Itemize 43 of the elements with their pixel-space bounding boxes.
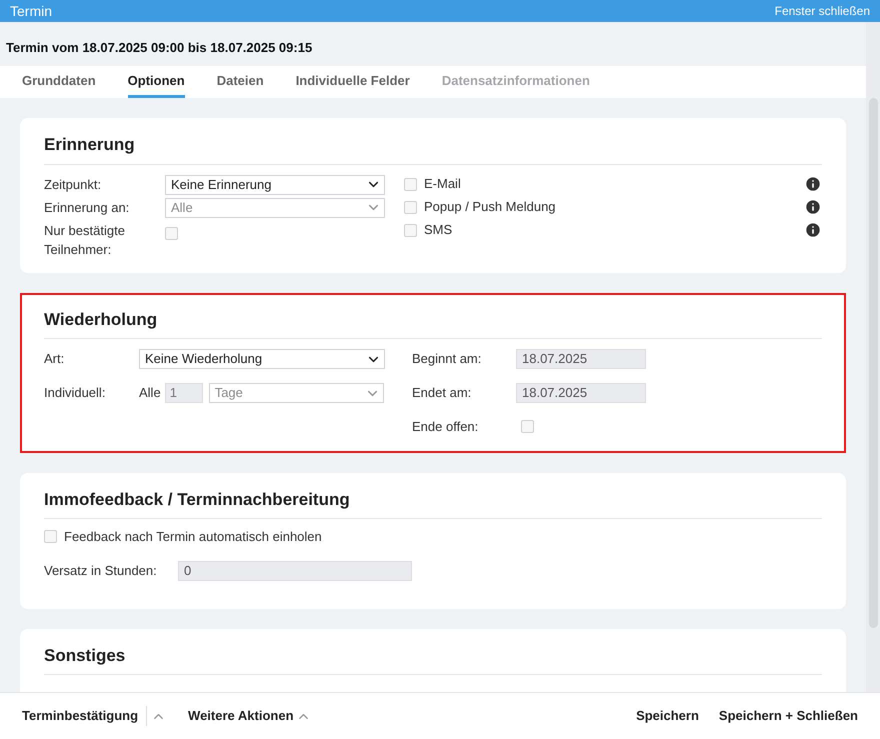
checkbox[interactable] — [521, 420, 534, 434]
tab[interactable]: Optionen — [128, 66, 185, 98]
field-label: Nur bestätigte Teilnehmer: — [44, 222, 126, 258]
field-label: Art: — [44, 350, 66, 368]
field-label: Beginnt am: — [412, 350, 482, 368]
save-button[interactable]: Speichern — [636, 706, 699, 726]
checkbox[interactable] — [44, 530, 57, 544]
checkbox-label: SMS — [424, 221, 454, 240]
checkbox[interactable] — [404, 224, 417, 236]
field-label: Ende offen: — [412, 418, 480, 436]
dropdown[interactable]: Keine Wiederholung — [139, 349, 385, 369]
window-title: Termin — [10, 2, 52, 20]
checkbox[interactable] — [165, 226, 178, 240]
field-label: Versatz in Stunden: — [44, 562, 158, 580]
field-label: Endet am: — [412, 384, 472, 402]
checkbox-label: E-Mail — [424, 175, 462, 194]
tab[interactable]: Individuelle Felder — [296, 66, 410, 98]
field-label: Alle — [139, 384, 161, 402]
tab[interactable]: Dateien — [216, 66, 264, 98]
section-title: Erinnerung — [44, 120, 822, 164]
input-field[interactable]: 18.07.2025 — [516, 349, 646, 369]
actions-menu-button[interactable]: Weitere Aktionen — [188, 706, 311, 726]
save-button[interactable]: Speichern + Schließen — [718, 706, 858, 726]
input-field[interactable]: 0 — [178, 560, 412, 580]
checkbox[interactable] — [404, 200, 417, 214]
confirmation-button[interactable]: Terminbestätigung — [22, 706, 148, 726]
checkbox-label: Feedback nach Termin automatisch einholen — [64, 528, 322, 546]
checkbox[interactable] — [404, 178, 417, 190]
info-icon[interactable] — [804, 175, 822, 193]
appointment-heading: Termin vom 18.07.2025 09:00 bis 18.07.2025 09:15 — [6, 39, 312, 58]
info-icon[interactable] — [804, 221, 822, 239]
field-label: Individuell: — [44, 384, 106, 402]
section-title: Immofeedback / Terminnachbereitung — [44, 474, 822, 519]
section-title: Wiederholung — [44, 294, 822, 339]
field-label: Zeitpunkt: — [44, 176, 102, 194]
section-title: Sonstiges — [44, 630, 822, 675]
info-icon[interactable] — [804, 198, 822, 216]
checkbox-label: Popup / Push Meldung — [424, 198, 557, 216]
field-label: Erinnerung an: — [44, 198, 130, 216]
input-field[interactable]: 18.07.2025 — [516, 383, 646, 403]
scrollbar[interactable] — [866, 22, 880, 692]
dropdown[interactable]: Keine Erinnerung — [165, 174, 385, 194]
tab[interactable]: Grunddaten — [22, 66, 96, 98]
